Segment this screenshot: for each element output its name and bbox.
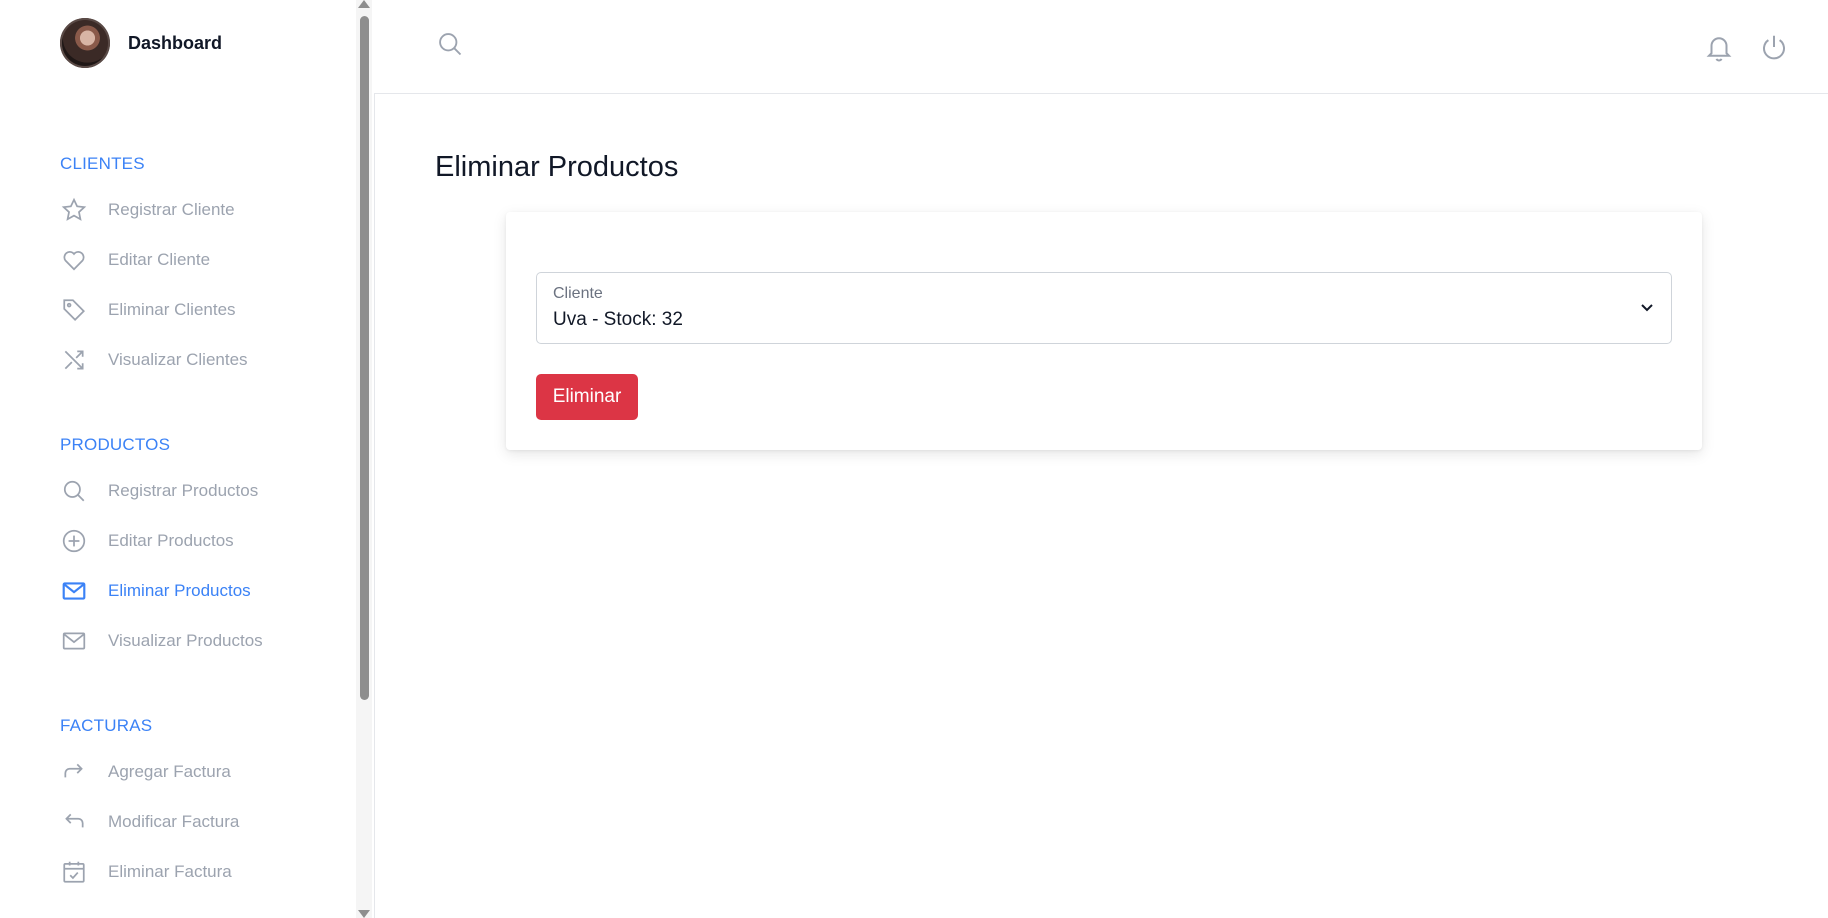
search-icon [60, 477, 88, 505]
select-label: Cliente [553, 285, 603, 302]
sidebar-item-editar-productos[interactable]: Editar Productos [60, 526, 234, 556]
page-title: Eliminar Productos [435, 151, 679, 183]
sidebar-item-label: Editar Cliente [108, 250, 211, 269]
sidebar-item-label: Visualizar Clientes [108, 350, 248, 369]
scroll-up-arrow-icon[interactable] [358, 0, 370, 8]
section-title-clientes: CLIENTES [60, 154, 145, 173]
select-value: Uva - Stock: 32 [553, 309, 683, 330]
sidebar-scrollbar-thumb[interactable] [360, 16, 369, 700]
mail-icon [60, 627, 88, 655]
profile[interactable]: Dashboard [60, 18, 222, 68]
sidebar-item-eliminar-productos[interactable]: Eliminar Productos [60, 576, 251, 606]
star-icon [60, 196, 88, 224]
power-icon[interactable] [1759, 32, 1789, 62]
sidebar-item-visualizar-clientes[interactable]: Visualizar Clientes [60, 345, 248, 375]
sidebar-item-editar-cliente[interactable]: Editar Cliente [60, 245, 210, 275]
sidebar-item-label: Eliminar Productos [108, 581, 251, 600]
chevron-down-icon [1637, 297, 1657, 317]
sidebar-item-label: Registrar Productos [108, 481, 259, 500]
sidebar-item-label: Eliminar Factura [108, 862, 232, 881]
sidebar-item-eliminar-factura[interactable]: Eliminar Factura [60, 857, 232, 887]
section-title-productos: PRODUCTOS [60, 435, 171, 454]
dashboard-link[interactable]: Dashboard [128, 33, 222, 54]
sidebar-item-registrar-cliente[interactable]: Registrar Cliente [60, 195, 235, 225]
avatar[interactable] [60, 18, 110, 68]
sidebar-item-agregar-factura[interactable]: Agregar Factura [60, 757, 231, 787]
heart-icon [60, 246, 88, 274]
search-icon[interactable] [436, 30, 464, 58]
redo-icon [60, 758, 88, 786]
shuffle-icon [60, 346, 88, 374]
top-bar [374, 0, 1828, 94]
plus-circle-icon [60, 527, 88, 555]
sidebar-item-label: Visualizar Productos [108, 631, 263, 650]
delete-product-card: Cliente Uva - Stock: 32 Eliminar [506, 212, 1702, 450]
sidebar-item-eliminar-clientes[interactable]: Eliminar Clientes [60, 295, 236, 325]
product-select[interactable]: Cliente Uva - Stock: 32 [536, 272, 1672, 344]
scroll-down-arrow-icon[interactable] [358, 910, 370, 918]
sidebar-item-label: Agregar Factura [108, 762, 231, 781]
sidebar: Dashboard CLIENTES Registrar Cliente Edi… [0, 0, 375, 918]
section-title-facturas: FACTURAS [60, 716, 153, 735]
sidebar-item-label: Eliminar Clientes [108, 300, 236, 319]
mail-icon [60, 577, 88, 605]
tag-icon [60, 296, 88, 324]
sidebar-item-label: Editar Productos [108, 531, 234, 550]
calendar-check-icon [60, 858, 88, 886]
sidebar-item-label: Modificar Factura [108, 812, 240, 831]
sidebar-item-visualizar-productos[interactable]: Visualizar Productos [60, 626, 263, 656]
undo-icon [60, 808, 88, 836]
sidebar-item-modificar-factura[interactable]: Modificar Factura [60, 807, 239, 837]
delete-button[interactable]: Eliminar [536, 374, 638, 420]
bell-icon[interactable] [1704, 32, 1734, 62]
sidebar-item-label: Registrar Cliente [108, 200, 235, 219]
sidebar-item-registrar-productos[interactable]: Registrar Productos [60, 476, 258, 506]
